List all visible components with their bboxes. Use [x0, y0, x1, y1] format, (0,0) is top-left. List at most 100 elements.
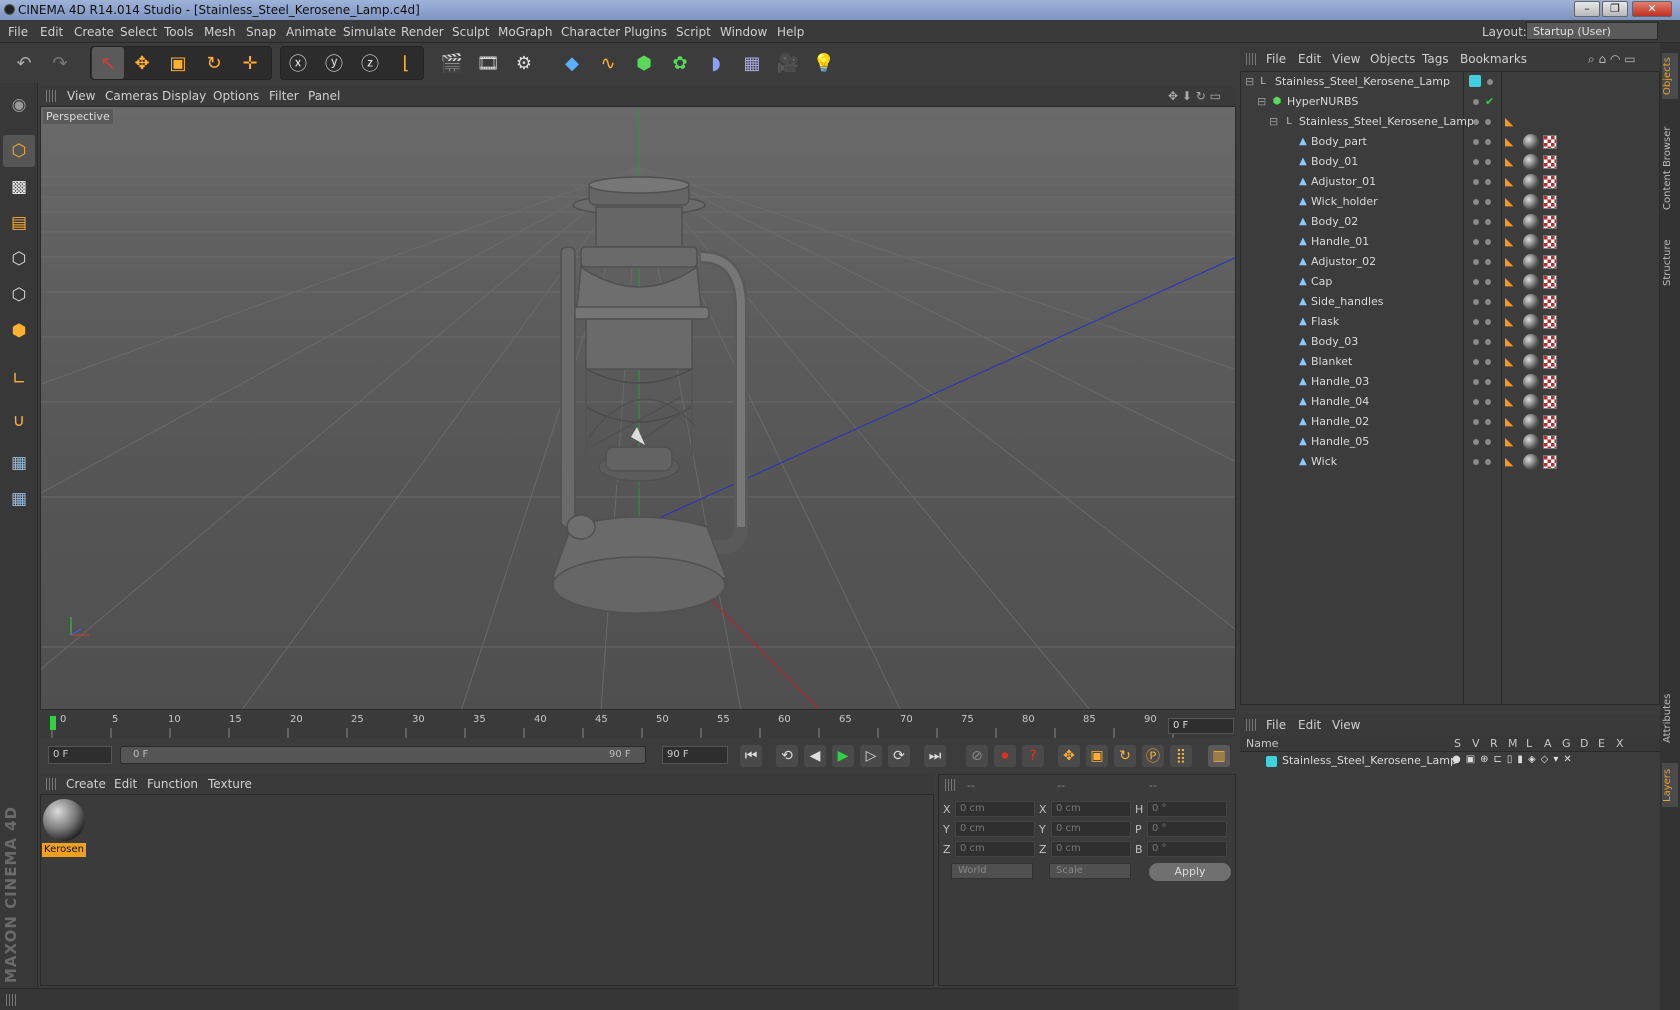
- visibility-dot[interactable]: [1473, 299, 1479, 305]
- layout-select[interactable]: Startup (User): [1526, 22, 1658, 40]
- render-view-icon[interactable]: 🎬: [436, 47, 468, 79]
- objects-menu-bookmarks[interactable]: Bookmarks: [1460, 52, 1527, 66]
- phong-tag-icon[interactable]: ◣: [1505, 235, 1519, 249]
- z-axis-icon[interactable]: ⓩ: [354, 47, 386, 79]
- object-row[interactable]: ▲ Side_handles ◣: [1241, 292, 1659, 312]
- menu-sculpt[interactable]: Sculpt: [452, 25, 489, 39]
- redo-icon[interactable]: ↷: [44, 47, 76, 79]
- render-dot[interactable]: [1485, 119, 1491, 125]
- material-tag-icon[interactable]: [1523, 374, 1539, 390]
- keyframe-help-icon[interactable]: ?: [1022, 745, 1044, 767]
- visibility-dot[interactable]: [1473, 359, 1479, 365]
- transform-icon[interactable]: ✛: [234, 47, 266, 79]
- uvw-tag-icon[interactable]: [1543, 435, 1557, 449]
- panel-grip-icon[interactable]: [1246, 53, 1256, 65]
- points-mode-icon[interactable]: ⬡: [3, 243, 35, 275]
- material-tag-icon[interactable]: [1523, 154, 1539, 170]
- object-row[interactable]: ▲ Handle_01 ◣: [1241, 232, 1659, 252]
- visibility-dot[interactable]: [1473, 219, 1479, 225]
- material-tag-icon[interactable]: [1523, 314, 1539, 330]
- timeline-ruler[interactable]: 0 5 10 15 20 25 30 35 40 45 50 55 60 65 …: [40, 712, 1236, 738]
- visibility-dot[interactable]: [1473, 199, 1479, 205]
- material-tag-icon[interactable]: [1523, 334, 1539, 350]
- uvw-tag-icon[interactable]: [1543, 215, 1557, 229]
- uvw-tag-icon[interactable]: [1543, 395, 1557, 409]
- visibility-dot[interactable]: [1473, 379, 1479, 385]
- next-key-icon[interactable]: ⟳: [888, 745, 910, 767]
- phong-tag-icon[interactable]: ◣: [1505, 355, 1519, 369]
- uvw-tag-icon[interactable]: [1543, 315, 1557, 329]
- render-dot[interactable]: [1485, 339, 1491, 345]
- key-pla-icon[interactable]: ⣿: [1170, 745, 1192, 767]
- objects-menu-view[interactable]: View: [1332, 52, 1360, 66]
- camera-icon[interactable]: 🎥: [772, 47, 804, 79]
- viewport-menu-cameras[interactable]: Cameras: [105, 89, 158, 103]
- layer-color-swatch[interactable]: [1266, 756, 1277, 767]
- uvw-tag-icon[interactable]: [1543, 375, 1557, 389]
- object-row[interactable]: ▲ Handle_05 ◣: [1241, 432, 1659, 452]
- material-swatch[interactable]: Kerosen: [41, 795, 87, 859]
- end-frame-field[interactable]: 90 F: [662, 746, 728, 764]
- uvw-tag-icon[interactable]: [1543, 255, 1557, 269]
- render-dot[interactable]: [1485, 199, 1491, 205]
- array-icon[interactable]: ✿: [664, 47, 696, 79]
- material-menu-create[interactable]: Create: [66, 777, 106, 791]
- live-selection-icon[interactable]: ↖: [92, 47, 124, 79]
- spline-icon[interactable]: ∿: [592, 47, 624, 79]
- size-z-field[interactable]: 0 cm: [1051, 841, 1131, 857]
- tab-objects[interactable]: Objects: [1662, 53, 1678, 99]
- current-frame-field[interactable]: 0 F: [1168, 718, 1234, 734]
- tree-expander-icon[interactable]: ⊟: [1245, 75, 1254, 88]
- object-row[interactable]: ▲ Wick_holder ◣: [1241, 192, 1659, 212]
- maximize-button[interactable]: ❐: [1602, 1, 1628, 17]
- minimize-button[interactable]: –: [1574, 1, 1600, 17]
- render-dot[interactable]: [1485, 419, 1491, 425]
- objects-menu-objects[interactable]: Objects: [1370, 52, 1415, 66]
- timeline-window-icon[interactable]: ▥: [1208, 745, 1230, 767]
- visibility-dot[interactable]: [1473, 399, 1479, 405]
- panel-grip-icon[interactable]: [945, 779, 955, 791]
- visibility-dot[interactable]: [1473, 419, 1479, 425]
- material-tag-icon[interactable]: [1523, 394, 1539, 410]
- goto-end-icon[interactable]: ⏭: [924, 745, 946, 767]
- menu-window[interactable]: Window: [720, 25, 767, 39]
- menu-mesh[interactable]: Mesh: [204, 25, 236, 39]
- render-dot[interactable]: [1485, 179, 1491, 185]
- objects-menu-edit[interactable]: Edit: [1298, 52, 1321, 66]
- deformer-icon[interactable]: ◗: [700, 47, 732, 79]
- viewport-menu-panel[interactable]: Panel: [308, 89, 340, 103]
- position-x-field[interactable]: 0 cm: [955, 801, 1035, 817]
- snap-workplane-icon[interactable]: ▦: [3, 483, 35, 515]
- object-row[interactable]: ▲ Handle_02 ◣: [1241, 412, 1659, 432]
- visibility-dot[interactable]: [1473, 439, 1479, 445]
- phong-tag-icon[interactable]: ◣: [1505, 215, 1519, 229]
- phong-tag-icon[interactable]: ◣: [1505, 155, 1519, 169]
- tree-expander-icon[interactable]: ⊟: [1257, 95, 1266, 108]
- layers-menu-view[interactable]: View: [1332, 718, 1360, 732]
- size-mode-select[interactable]: Scale: [1049, 863, 1131, 879]
- object-row-root[interactable]: ⊟ L Stainless_Steel_Kerosene_Lamp: [1241, 72, 1659, 92]
- perspective-viewport[interactable]: Perspective: [40, 106, 1236, 710]
- key-move-icon[interactable]: ✥: [1058, 745, 1080, 767]
- magnet-icon[interactable]: ∪: [3, 405, 35, 437]
- autokey-icon[interactable]: ⏺: [994, 745, 1016, 767]
- render-dot[interactable]: [1485, 219, 1491, 225]
- objects-menu-file[interactable]: File: [1266, 52, 1286, 66]
- uvw-tag-icon[interactable]: [1543, 275, 1557, 289]
- coordinate-mode-select[interactable]: World: [951, 863, 1033, 879]
- render-picture-viewer-icon[interactable]: 🎞: [472, 47, 504, 79]
- panel-grip-icon[interactable]: [46, 778, 56, 790]
- model-mode-icon[interactable]: ⬡: [3, 135, 35, 167]
- frame-range-slider[interactable]: 0 F 90 F: [120, 746, 646, 764]
- phong-tag-icon[interactable]: ◣: [1505, 115, 1519, 129]
- prev-frame-icon[interactable]: ◀: [804, 745, 826, 767]
- material-tag-icon[interactable]: [1523, 354, 1539, 370]
- phong-tag-icon[interactable]: ◣: [1505, 135, 1519, 149]
- rotation-b-field[interactable]: 0 °: [1147, 841, 1227, 857]
- texture-mode-icon[interactable]: ▩: [3, 171, 35, 203]
- key-rotate-icon[interactable]: ↻: [1114, 745, 1136, 767]
- visibility-dot[interactable]: [1473, 179, 1479, 185]
- object-row[interactable]: ▲ Cap ◣: [1241, 272, 1659, 292]
- position-z-field[interactable]: 0 cm: [955, 841, 1035, 857]
- nurbs-icon[interactable]: ⬢: [628, 47, 660, 79]
